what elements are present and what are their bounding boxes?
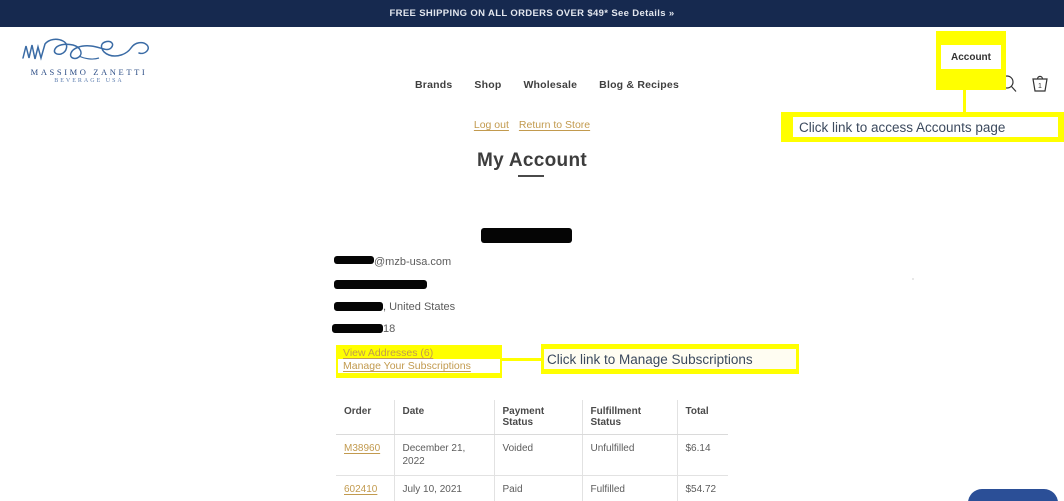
- title-underline: [518, 175, 544, 177]
- order-total-cell: $54.72: [677, 475, 728, 501]
- order-link[interactable]: M38960: [344, 443, 380, 454]
- order-total-cell: $6.14: [677, 434, 728, 476]
- redacted-customer-name: [481, 228, 572, 243]
- column-header-total: Total: [677, 400, 728, 435]
- orders-table-header-row: Order Date Payment Status Fulfillment St…: [336, 400, 728, 435]
- customer-postal-suffix: 18: [383, 323, 396, 335]
- redacted-city: [334, 302, 383, 311]
- signature-logo-icon: [22, 38, 150, 61]
- orders-table: Order Date Payment Status Fulfillment St…: [336, 400, 728, 501]
- customer-email-domain: @mzb-usa.com: [374, 256, 452, 268]
- order-fulfillment-status-cell: Fulfilled: [582, 475, 678, 501]
- logout-link[interactable]: Log out: [474, 119, 509, 131]
- shopping-cart-icon[interactable]: 1: [1030, 73, 1050, 94]
- table-row: M38960 December 21, 2022 Voided Unfulfil…: [336, 434, 728, 476]
- redacted-postal-code: [332, 324, 383, 333]
- chat-widget-button[interactable]: [968, 489, 1058, 501]
- table-row: 602410 July 10, 2021 Paid Fulfilled $54.…: [336, 475, 728, 501]
- page-title: My Account: [477, 150, 587, 171]
- main-navigation: Brands Shop Wholesale Blog & Recipes: [415, 79, 679, 91]
- order-number-cell: M38960: [336, 434, 395, 476]
- promo-banner[interactable]: FREE SHIPPING ON ALL ORDERS OVER $49* Se…: [0, 0, 1064, 27]
- annotation-account-text: Click link to access Accounts page: [799, 119, 1006, 135]
- order-payment-status-cell: Paid: [494, 475, 583, 501]
- logo-subtitle: BEVERAGE USA: [54, 78, 124, 84]
- redacted-email-user: [334, 256, 374, 264]
- order-fulfillment-status-cell: Unfulfilled: [582, 434, 678, 476]
- nav-item-brands[interactable]: Brands: [415, 79, 452, 91]
- order-number-cell: 602410: [336, 475, 395, 501]
- order-date-cell: July 10, 2021: [394, 475, 495, 501]
- site-header: MASSIMO ZANETTI BEVERAGE USA Brands Shop…: [0, 27, 1064, 92]
- order-date-cell: December 21, 2022: [394, 434, 495, 476]
- site-logo[interactable]: MASSIMO ZANETTI BEVERAGE USA: [14, 36, 164, 88]
- order-payment-status-cell: Voided: [494, 434, 583, 476]
- page-artifact: [912, 278, 914, 280]
- column-header-fulfillment-status: Fulfillment Status: [582, 400, 678, 435]
- column-header-order: Order: [336, 400, 395, 435]
- promo-banner-text: FREE SHIPPING ON ALL ORDERS OVER $49* Se…: [389, 8, 675, 19]
- view-addresses-link[interactable]: View Addresses (6): [343, 347, 433, 359]
- return-to-store-link[interactable]: Return to Store: [519, 119, 590, 131]
- redacted-address-line: [334, 280, 427, 289]
- annotation-connector-horizontal: [500, 358, 545, 361]
- account-page: FREE SHIPPING ON ALL ORDERS OVER $49* Se…: [0, 0, 1064, 501]
- order-link[interactable]: 602410: [344, 484, 377, 495]
- customer-country: , United States: [383, 301, 456, 313]
- logo-name: MASSIMO ZANETTI: [30, 67, 148, 77]
- nav-item-shop[interactable]: Shop: [474, 79, 501, 91]
- annotation-subscriptions-text: Click link to Manage Subscriptions: [547, 351, 753, 367]
- annotation-subscriptions-callout: Click link to Manage Subscriptions: [541, 344, 799, 374]
- column-header-payment-status: Payment Status: [494, 400, 583, 435]
- annotation-account-callout: Click link to access Accounts page: [781, 112, 1064, 142]
- nav-item-wholesale[interactable]: Wholesale: [523, 79, 577, 91]
- manage-subscriptions-link[interactable]: Manage Your Subscriptions: [343, 360, 471, 372]
- column-header-date: Date: [394, 400, 495, 435]
- cart-count: 1: [1038, 83, 1042, 90]
- account-link[interactable]: Account: [941, 45, 1001, 69]
- nav-item-blog-recipes[interactable]: Blog & Recipes: [599, 79, 679, 91]
